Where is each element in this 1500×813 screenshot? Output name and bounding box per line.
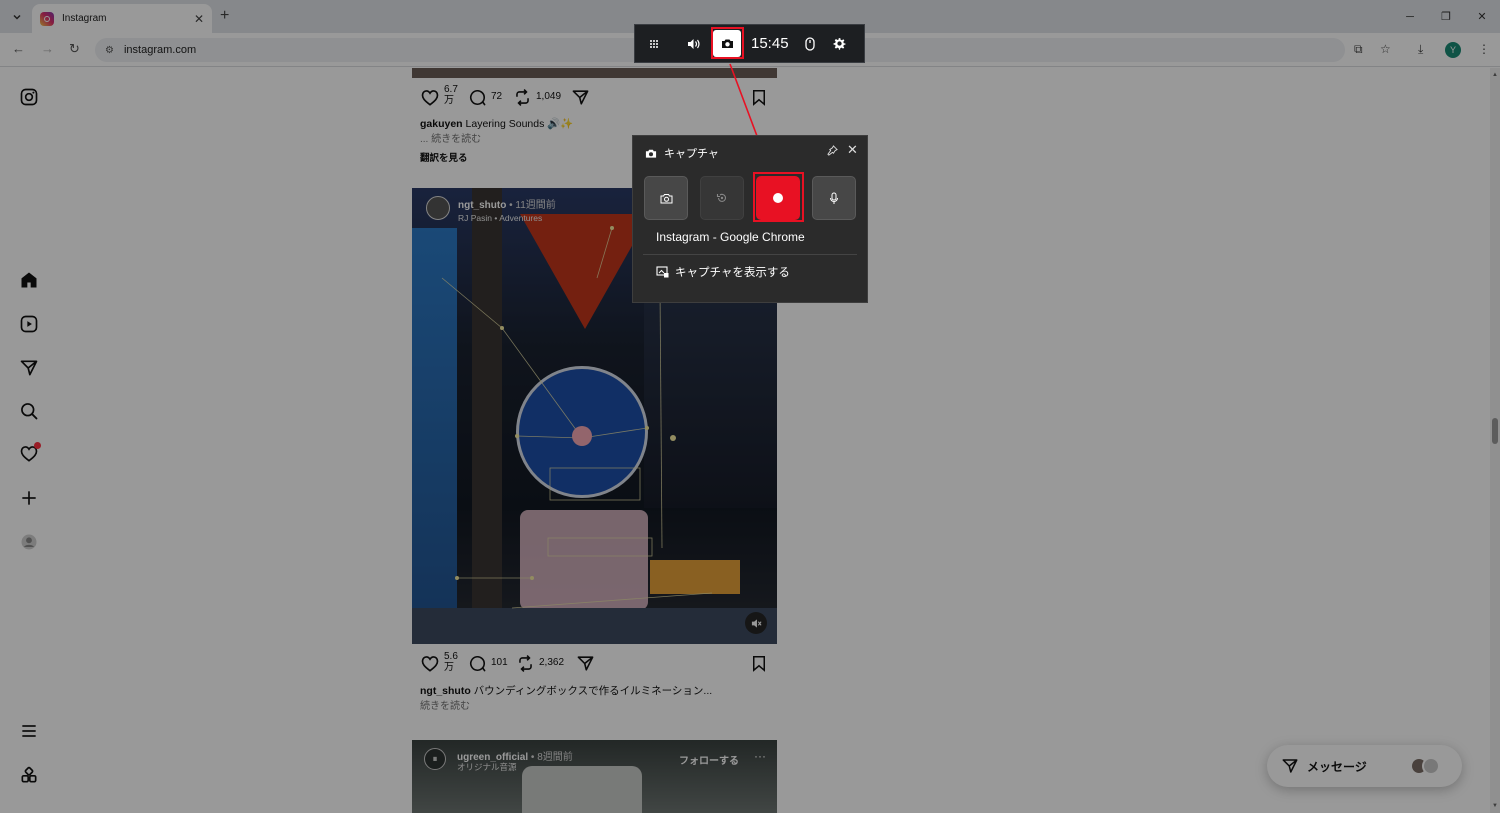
gamebar-top-bar: 15:45 [634,24,865,63]
show-captures-label: キャプチャを表示する [675,267,790,279]
capture-title: キャプチャ [664,148,719,160]
capture-widget: キャプチャ ✕ Instagram - Google Chrome キャプチャを… [632,135,868,303]
highlight-capture-button [711,27,744,59]
close-icon[interactable]: ✕ [847,142,858,158]
screenshot-button[interactable] [644,176,688,220]
pin-icon[interactable] [827,145,838,159]
capture-header: キャプチャ [645,145,719,161]
gamebar-clock: 15:45 [751,35,789,52]
record-last-icon [716,193,727,202]
mic-icon [830,192,838,204]
record-last-button[interactable] [700,176,744,220]
divider [643,254,857,255]
gamebar-dim-overlay [0,0,1500,813]
microphone-button[interactable] [812,176,856,220]
screenshot-icon [660,193,672,203]
mouse-icon[interactable] [795,24,825,63]
gallery-icon [656,266,669,278]
camera-icon [645,149,657,158]
capture-source-label: Instagram - Google Chrome [656,230,805,244]
widget-menu-icon[interactable] [635,24,673,63]
volume-icon[interactable] [679,24,709,63]
show-captures-link[interactable]: キャプチャを表示する [656,264,790,280]
settings-icon[interactable] [825,24,855,63]
highlight-record-button [753,172,804,222]
